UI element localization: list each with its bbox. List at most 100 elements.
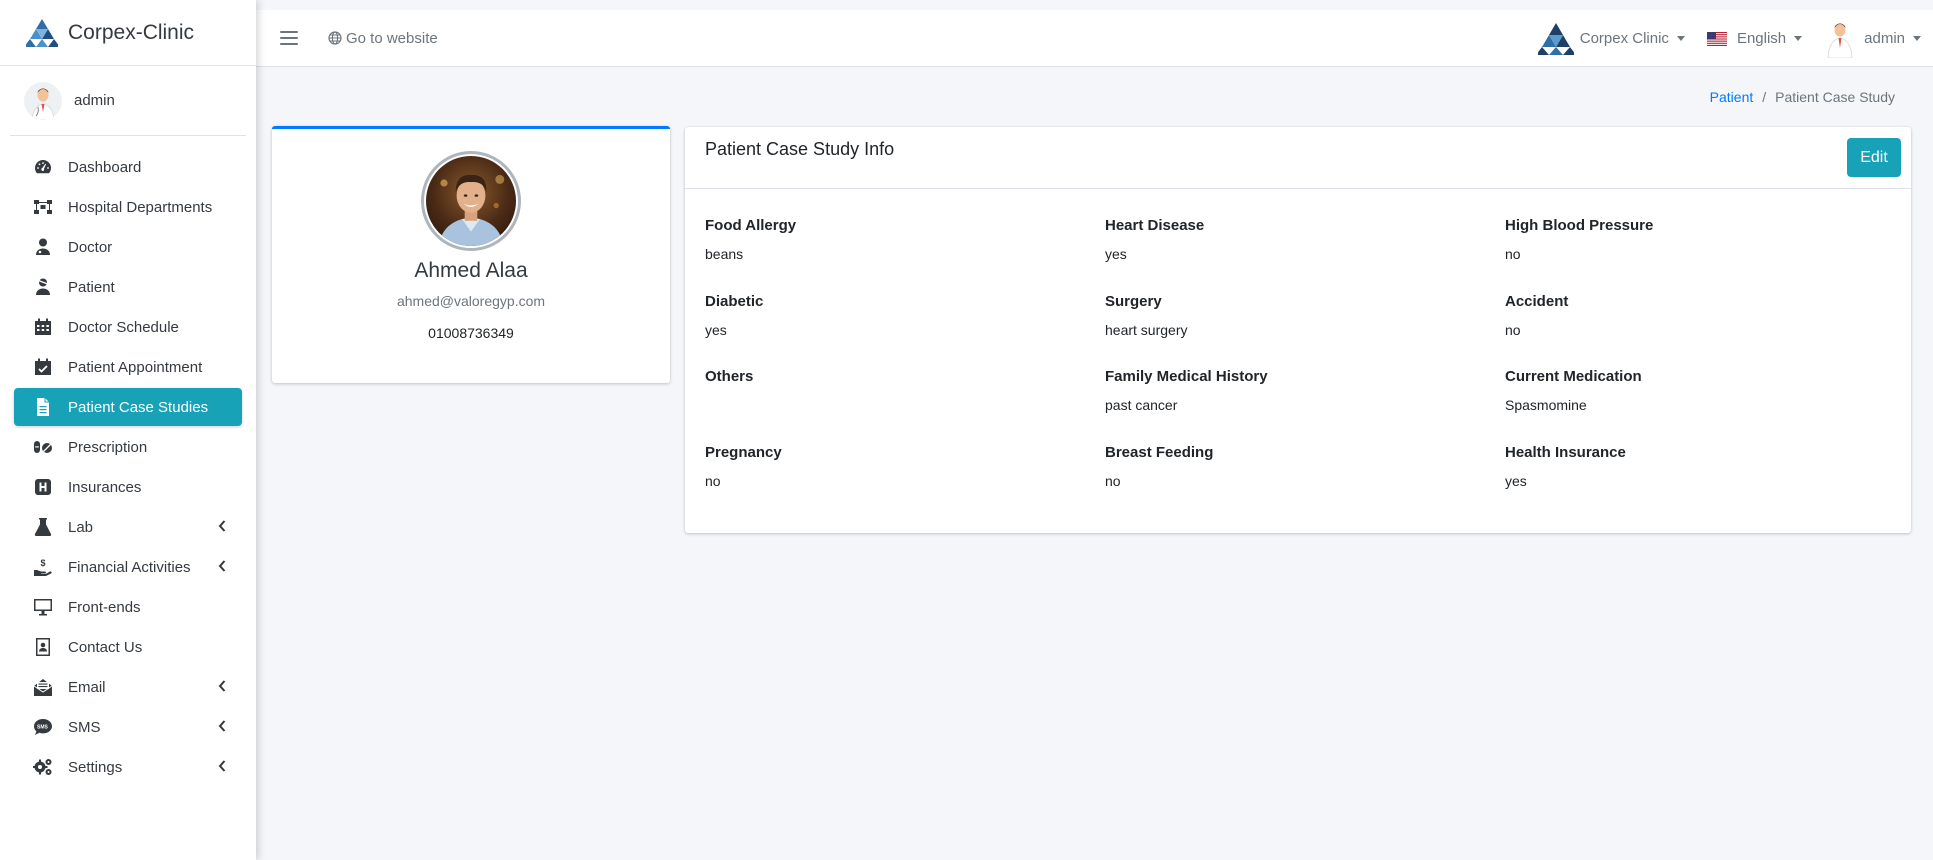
field-accident: Accident no [1505, 293, 1905, 369]
sidebar-item-label: Prescription [68, 438, 148, 456]
sidebar-item-label: Patient Appointment [68, 358, 203, 376]
chevron-left-icon [218, 760, 226, 772]
breadcrumb-current: Patient Case Study [1775, 89, 1895, 105]
user-dropdown-label: admin [1864, 30, 1905, 47]
field-label: Pregnancy [705, 443, 782, 461]
sidebar-item-patient-appointment[interactable]: Patient Appointment [14, 348, 242, 386]
field-label: Others [705, 368, 754, 385]
field-health-insurance: Health Insurance yes [1505, 444, 1905, 520]
sidebar-item-insurances[interactable]: Insurances [14, 468, 242, 506]
patient-email: ahmed@valoregyp.com [396, 293, 546, 309]
calendar-check-icon [35, 358, 51, 375]
sidebar-item-email[interactable]: Email [14, 668, 242, 706]
sidebar-item-lab[interactable]: Lab [14, 508, 242, 546]
caret-down-icon [1913, 36, 1921, 41]
field-label: Accident [1505, 292, 1569, 310]
topbar-right: Corpex Clinic English admin [1537, 10, 1933, 67]
envelope-open-icon [33, 679, 53, 696]
patient-profile-card: Ahmed Alaa ahmed@valoregyp.com 010087363… [272, 126, 670, 383]
field-value: Spasmomine [1505, 397, 1587, 413]
top-strip [0, 0, 1933, 10]
menu-toggle-icon[interactable] [280, 31, 298, 45]
sidebar-item-settings[interactable]: Settings [14, 748, 242, 786]
field-label: Surgery [1105, 292, 1162, 310]
sidebar-item-doctor-schedule[interactable]: Doctor Schedule [14, 308, 242, 346]
sidebar-item-sms[interactable]: SMS SMS [14, 708, 242, 746]
card-title: Patient Case Study Info [705, 139, 895, 159]
desktop-icon [34, 599, 52, 616]
us-flag-icon [1706, 31, 1727, 46]
field-food-allergy: Food Allergy beans [705, 217, 1105, 293]
cogs-icon [33, 759, 52, 775]
field-label: Family Medical History [1105, 368, 1268, 385]
sidebar-item-label: Settings [68, 758, 123, 776]
patient-phone: 01008736349 [428, 325, 514, 341]
field-label: High Blood Pressure [1505, 217, 1654, 234]
field-label: Current Medication [1505, 368, 1642, 385]
sidebar-item-hospital-departments[interactable]: Hospital Departments [14, 188, 242, 226]
breadcrumb-patient-link[interactable]: Patient [1710, 89, 1754, 105]
breadcrumb: Patient / Patient Case Study [1710, 89, 1895, 105]
field-value: no [1505, 246, 1521, 262]
edit-button[interactable]: Edit [1847, 138, 1901, 177]
breadcrumb-separator: / [1762, 89, 1767, 105]
caret-down-icon [1676, 36, 1685, 41]
brand-link[interactable]: Corpex-Clinic [0, 0, 256, 66]
go-to-website-label: Go to website [346, 29, 438, 47]
clinic-logo-icon [1537, 22, 1574, 55]
case-study-fields: Food Allergy beans Heart Disease yes Hig… [705, 217, 1905, 519]
sidebar: Corpex-Clinic admin Dashboard Hospital D… [0, 0, 256, 860]
patient-photo [421, 151, 521, 251]
card-header: Patient Case Study Info Edit [685, 127, 1911, 189]
field-value: past cancer [1105, 397, 1178, 413]
field-value: no [705, 472, 721, 489]
field-label: Heart Disease [1105, 217, 1205, 234]
sms-icon: SMS [34, 719, 52, 735]
hospital-icon [35, 479, 51, 495]
globe-icon [328, 31, 342, 45]
user-dropdown[interactable]: admin [1824, 20, 1921, 58]
field-label: Health Insurance [1505, 443, 1626, 461]
sidebar-item-prescription[interactable]: Prescription [14, 428, 242, 466]
user-injured-icon [36, 278, 50, 295]
clinic-dropdown[interactable]: Corpex Clinic [1537, 21, 1685, 57]
sidebar-item-doctor[interactable]: Doctor [14, 228, 242, 266]
sidebar-item-label: SMS [68, 718, 101, 736]
field-high-blood-pressure: High Blood Pressure no [1505, 217, 1905, 293]
user-panel[interactable]: admin [10, 66, 246, 136]
chevron-left-icon [218, 680, 226, 692]
field-label: Breast Feeding [1105, 443, 1214, 461]
doctor-avatar-icon [1827, 23, 1853, 58]
sidebar-item-label: Insurances [68, 478, 142, 496]
sidebar-item-label: Patient [68, 278, 115, 296]
sidebar-item-patient[interactable]: Patient [14, 268, 242, 306]
field-pregnancy: Pregnancy no [705, 444, 1105, 520]
user-md-icon [36, 238, 50, 255]
chevron-left-icon [218, 720, 226, 732]
sidebar-item-financial-activities[interactable]: $ Financial Activities [14, 548, 242, 586]
svg-text:SMS: SMS [37, 725, 49, 731]
field-value: yes [1505, 472, 1527, 489]
sidebar-item-contact-us[interactable]: Contact Us [14, 628, 242, 666]
go-to-website-link[interactable]: Go to website [328, 30, 438, 47]
sidebar-item-dashboard[interactable]: Dashboard [14, 148, 242, 186]
pills-icon [34, 441, 52, 453]
field-others: Others [705, 368, 1105, 444]
sidebar-item-patient-case-studies[interactable]: Patient Case Studies [14, 388, 242, 426]
calendar-icon [35, 318, 51, 335]
sidebar-item-label: Hospital Departments [68, 198, 213, 216]
sidebar-item-label: Dashboard [68, 158, 142, 176]
address-card-icon [36, 638, 50, 656]
language-dropdown[interactable]: English [1706, 30, 1803, 47]
field-current-medication: Current Medication Spasmomine [1505, 368, 1905, 444]
hand-holding-dollar-icon: $ [34, 558, 52, 576]
sidebar-item-label: Lab [68, 518, 94, 536]
field-value: yes [705, 321, 727, 338]
language-dropdown-label: English [1736, 30, 1787, 47]
field-value: beans [705, 246, 744, 262]
sidebar-item-label: Contact Us [68, 638, 143, 656]
sidebar-item-front-ends[interactable]: Front-ends [14, 588, 242, 626]
field-breast-feeding: Breast Feeding no [1105, 444, 1505, 520]
avatar [24, 81, 62, 120]
doctor-avatar-icon [24, 81, 62, 120]
